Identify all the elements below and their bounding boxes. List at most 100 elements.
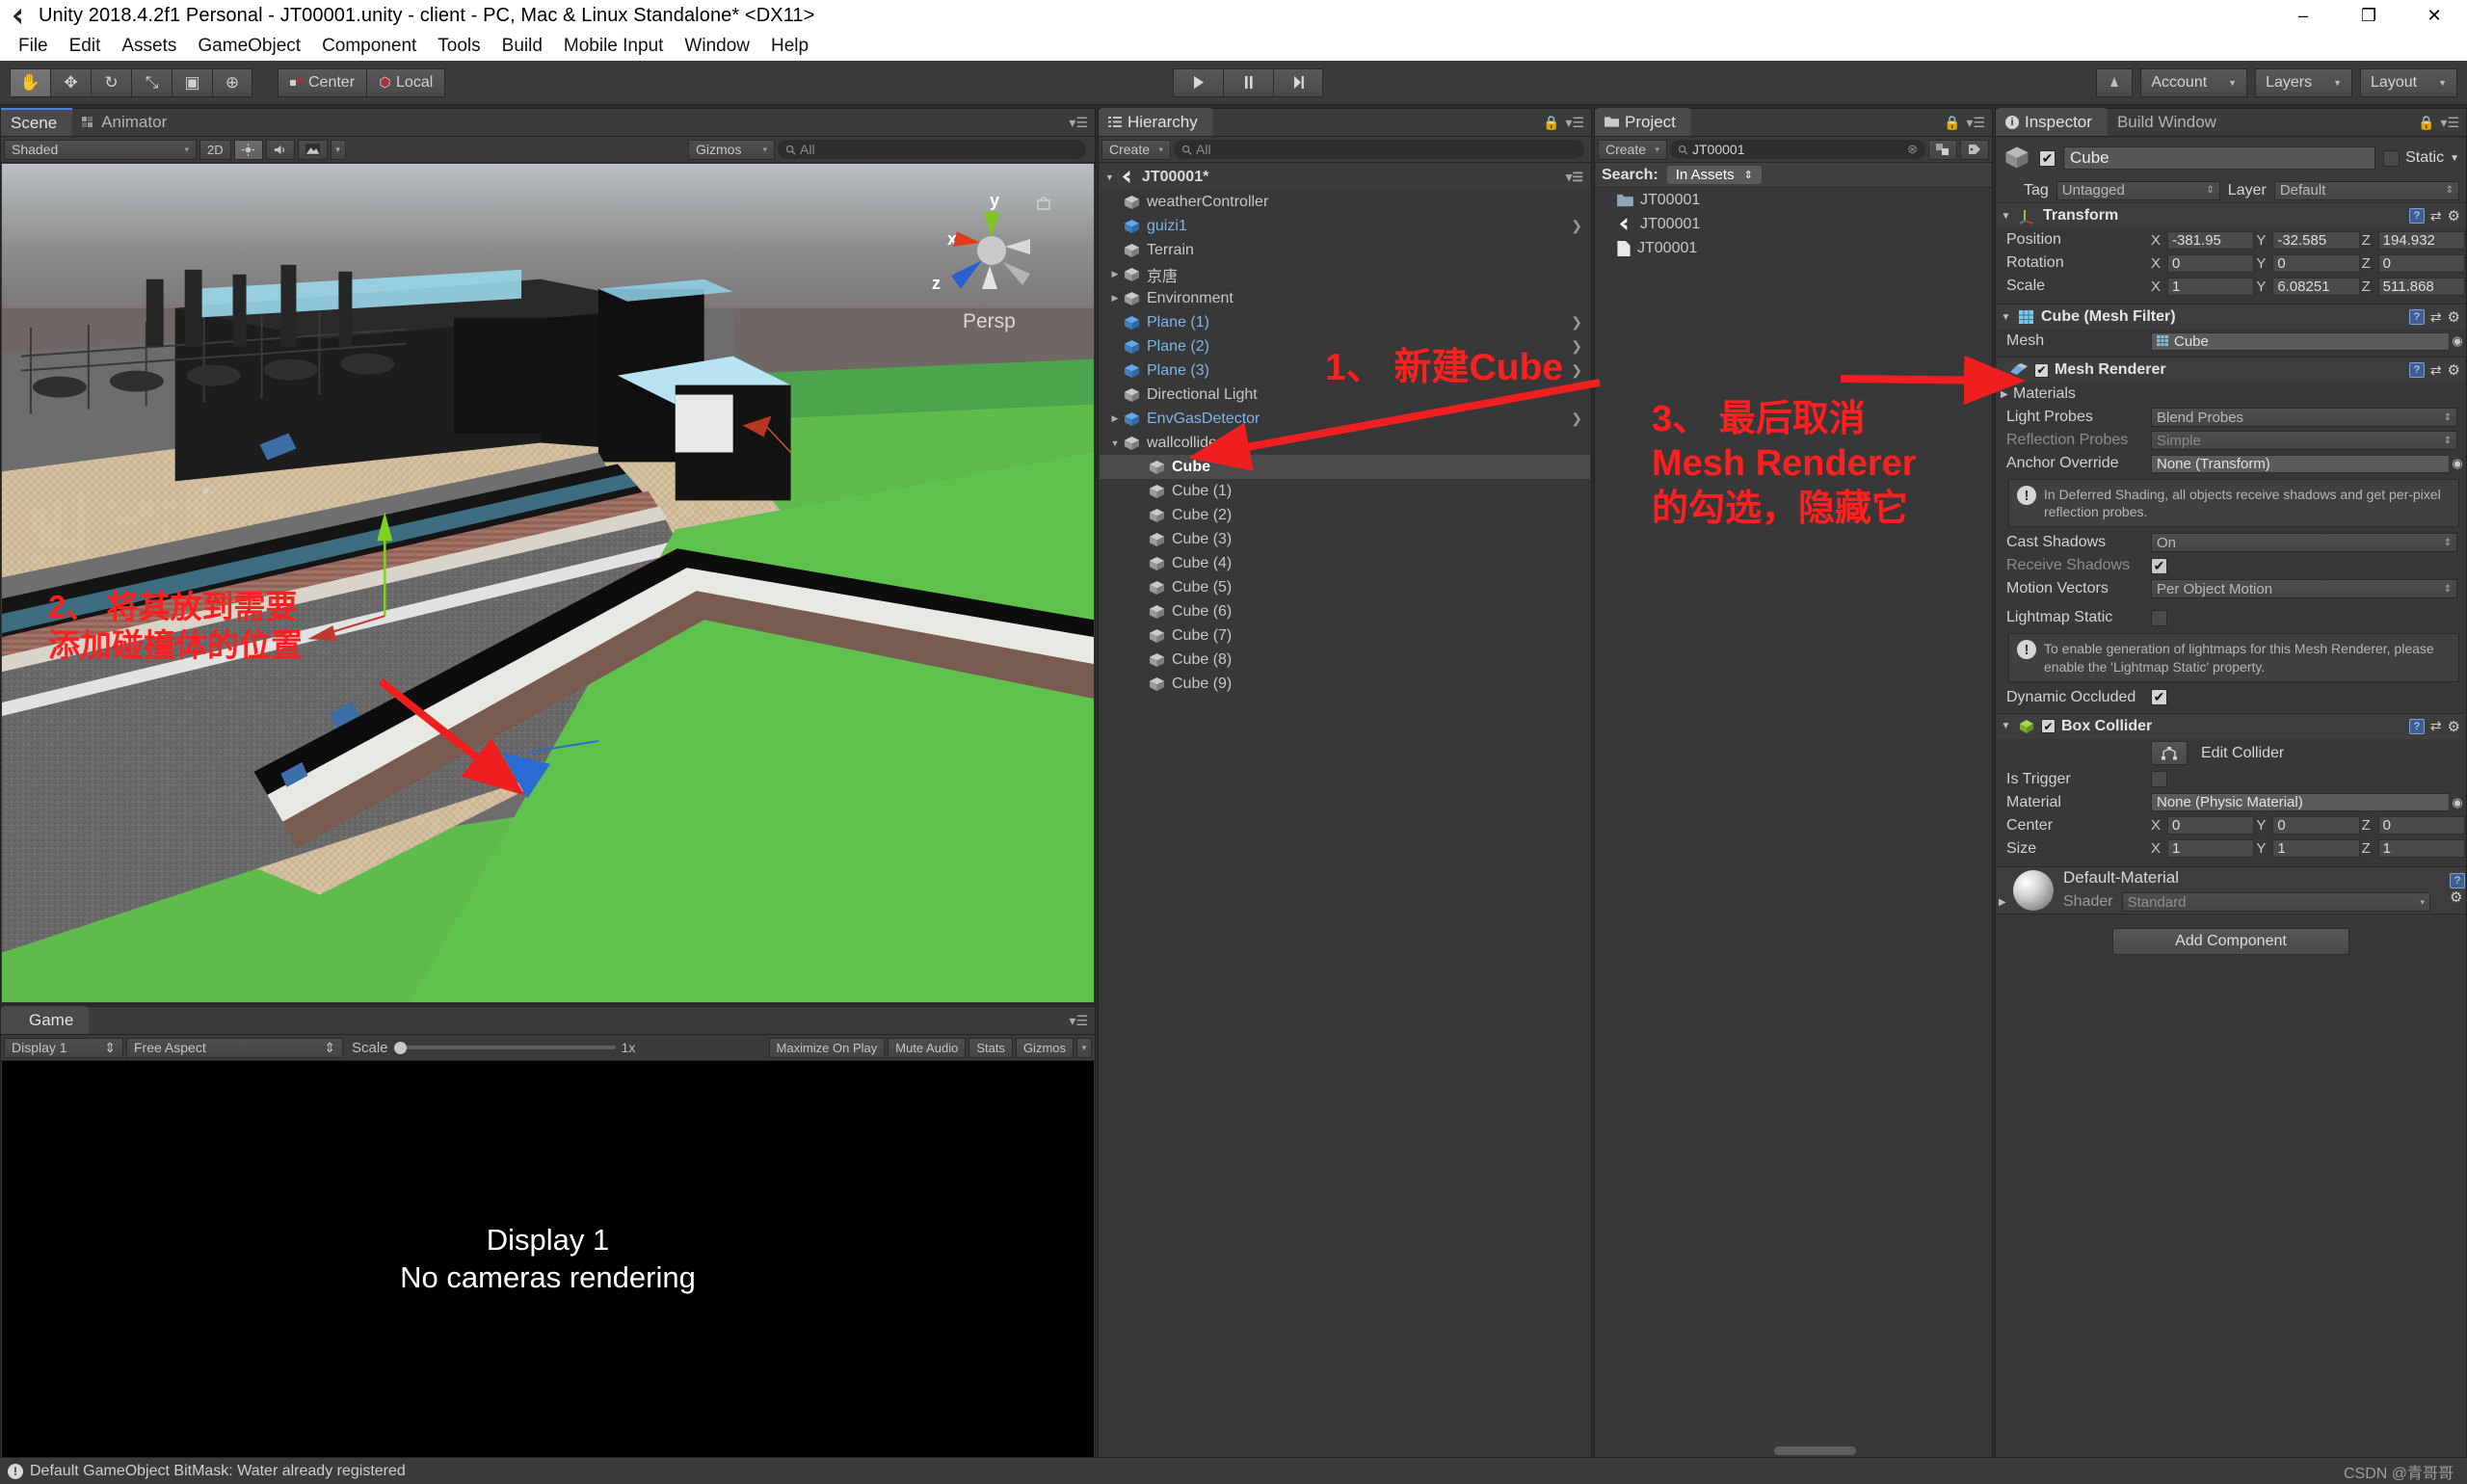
shading-mode-dropdown[interactable]: Shaded ▾ bbox=[4, 139, 197, 160]
anchor-picker-icon[interactable]: ◉ bbox=[2450, 456, 2465, 471]
account-button[interactable]: Account ▼ bbox=[2140, 67, 2248, 97]
chevron-right-icon[interactable]: ▶ bbox=[2001, 389, 2013, 400]
move-tool[interactable]: ✥ bbox=[50, 67, 91, 97]
anchor-override-field[interactable]: None (Transform) bbox=[2151, 454, 2450, 473]
mesh-object-field[interactable]: Cube bbox=[2151, 331, 2450, 351]
hierarchy-item-[interactable]: ▶ 京唐 bbox=[1100, 262, 1590, 286]
gear-icon[interactable]: ⚙ bbox=[2448, 718, 2460, 735]
scene-view-gizmo[interactable]: y x z Persp bbox=[922, 181, 1067, 355]
hierarchy-item-cube-4[interactable]: Cube (4) bbox=[1100, 551, 1590, 575]
pivot-mode-button[interactable]: Center bbox=[278, 67, 368, 97]
project-result-row[interactable]: JT00001 bbox=[1596, 188, 1991, 212]
hierarchy-search-input[interactable]: All bbox=[1174, 140, 1584, 159]
chevron-right-icon[interactable]: ▶ bbox=[1999, 897, 2006, 908]
mesh-renderer-enabled-checkbox[interactable]: ✔ bbox=[2034, 362, 2049, 378]
close-button[interactable]: ✕ bbox=[2401, 0, 2467, 32]
rect-tool[interactable]: ▣ bbox=[172, 67, 212, 97]
hierarchy-scene-root[interactable]: ▼ JT00001* ▾☰ bbox=[1100, 164, 1590, 190]
prefab-open-icon[interactable]: ❯ bbox=[1571, 338, 1582, 355]
box-collider-enabled-checkbox[interactable]: ✔ bbox=[2041, 719, 2056, 734]
size-z-field[interactable]: 1 bbox=[2377, 839, 2465, 859]
shader-dropdown[interactable]: Standard ▾ bbox=[2121, 892, 2430, 913]
maximize-on-play-button[interactable]: Maximize On Play bbox=[768, 1037, 886, 1058]
preset-icon[interactable]: ⇄ bbox=[2430, 309, 2442, 326]
dynamic-occluded-checkbox[interactable]: ✔ bbox=[2151, 689, 2167, 706]
scene-lighting-toggle[interactable] bbox=[233, 139, 263, 160]
gizmos-dropdown[interactable]: Gizmos ▾ bbox=[688, 139, 775, 160]
hierarchy-create-dropdown[interactable]: Create ▾ bbox=[1101, 139, 1171, 160]
tab-animator[interactable]: Animator bbox=[72, 108, 182, 136]
menu-item-tools[interactable]: Tools bbox=[427, 34, 491, 59]
preset-icon[interactable]: ⇄ bbox=[2430, 362, 2442, 379]
menu-item-help[interactable]: Help bbox=[760, 34, 819, 59]
menu-item-component[interactable]: Component bbox=[311, 34, 427, 59]
rotation-z-field[interactable]: 0 bbox=[2377, 253, 2465, 273]
hierarchy-item-envgasdetector[interactable]: ▶ EnvGasDetector ❯ bbox=[1100, 407, 1590, 431]
chevron-down-icon[interactable]: ▼ bbox=[1107, 438, 1123, 448]
position-z-field[interactable]: 194.932 bbox=[2377, 230, 2465, 250]
prefab-open-icon[interactable]: ❯ bbox=[1571, 411, 1582, 427]
material-header[interactable]: ▶ Default-Material Shader Standard ▾ ? ⚙ bbox=[1997, 866, 2465, 914]
game-gizmos-button[interactable]: Gizmos bbox=[1015, 1037, 1074, 1058]
scale-x-field[interactable]: 1 bbox=[2167, 277, 2255, 296]
rotation-x-field[interactable]: 0 bbox=[2167, 253, 2255, 273]
menu-item-build[interactable]: Build bbox=[491, 34, 553, 59]
tag-dropdown[interactable]: Untagged ⇕ bbox=[2056, 180, 2220, 200]
hierarchy-item-cube-5[interactable]: Cube (5) bbox=[1100, 575, 1590, 599]
hierarchy-item-weathercontroller[interactable]: weatherController bbox=[1100, 190, 1590, 214]
aspect-dropdown[interactable]: Free Aspect ⇕ bbox=[126, 1037, 343, 1058]
edit-collider-button[interactable] bbox=[2151, 741, 2188, 766]
hierarchy-item-cube-3[interactable]: Cube (3) bbox=[1100, 527, 1590, 551]
layout-button[interactable]: Layout ▼ bbox=[2360, 67, 2457, 97]
lock-icon[interactable]: 🔒 bbox=[2418, 115, 2434, 131]
prefab-open-icon[interactable]: ❯ bbox=[1571, 362, 1582, 379]
help-icon[interactable]: ? bbox=[2450, 873, 2465, 889]
game-menu-icon[interactable]: ▾☰ bbox=[1069, 1013, 1088, 1029]
maximize-button[interactable]: ❐ bbox=[2336, 0, 2401, 32]
scale-slider-thumb[interactable] bbox=[393, 1041, 407, 1054]
mesh-picker-icon[interactable]: ◉ bbox=[2450, 333, 2465, 349]
scale-z-field[interactable]: 511.868 bbox=[2377, 277, 2465, 296]
menu-item-edit[interactable]: Edit bbox=[59, 34, 112, 59]
motion-vectors-dropdown[interactable]: Per Object Motion ⇕ bbox=[2151, 579, 2457, 599]
scene-fx-toggle[interactable] bbox=[297, 139, 328, 160]
prefab-open-icon[interactable]: ❯ bbox=[1571, 314, 1582, 331]
hierarchy-menu-icon[interactable]: ▾☰ bbox=[1565, 115, 1584, 131]
game-viewport[interactable]: Display 1 No cameras rendering bbox=[2, 1061, 1094, 1458]
space-mode-button[interactable]: Local bbox=[367, 67, 446, 97]
tab-build-window[interactable]: Build Window bbox=[2108, 108, 2232, 136]
gear-icon[interactable]: ⚙ bbox=[2450, 889, 2462, 906]
collider-material-picker-icon[interactable]: ◉ bbox=[2450, 795, 2465, 810]
transform-header[interactable]: ▼ Transform ? ⇄ ⚙ bbox=[1997, 203, 2465, 228]
center-x-field[interactable]: 0 bbox=[2167, 816, 2255, 835]
play-button[interactable] bbox=[1173, 67, 1223, 97]
collider-material-field[interactable]: None (Physic Material) bbox=[2151, 793, 2450, 812]
position-x-field[interactable]: -381.95 bbox=[2167, 230, 2255, 250]
tab-scene[interactable]: Scene bbox=[1, 108, 73, 136]
hierarchy-item-environment[interactable]: ▶ Environment bbox=[1100, 286, 1590, 310]
hierarchy-item-cube-8[interactable]: Cube (8) bbox=[1100, 648, 1590, 672]
help-icon[interactable]: ? bbox=[2408, 718, 2425, 734]
hierarchy-item-cube-9[interactable]: Cube (9) bbox=[1100, 672, 1590, 696]
lock-icon[interactable]: 🔒 bbox=[1944, 115, 1960, 131]
scene-viewport[interactable]: y x z Persp bbox=[2, 164, 1094, 1002]
hierarchy-item-wallcollider[interactable]: ▼ wallcollider bbox=[1100, 431, 1590, 455]
hierarchy-item-cube-7[interactable]: Cube (7) bbox=[1100, 623, 1590, 648]
position-y-field[interactable]: -32.585 bbox=[2272, 230, 2360, 250]
scale-y-field[interactable]: 6.08251 bbox=[2272, 277, 2360, 296]
preset-icon[interactable]: ⇄ bbox=[2430, 718, 2442, 734]
prefab-open-icon[interactable]: ❯ bbox=[1571, 218, 1582, 234]
chevron-down-icon[interactable]: ▼ bbox=[2450, 153, 2459, 164]
chevron-right-icon[interactable]: ▶ bbox=[1107, 269, 1123, 279]
display-dropdown[interactable]: Display 1 ⇕ bbox=[4, 1037, 123, 1058]
scene-context-menu-icon[interactable]: ▾☰ bbox=[1566, 170, 1583, 185]
materials-row[interactable]: ▶ Materials bbox=[1997, 383, 2465, 406]
project-menu-icon[interactable]: ▾☰ bbox=[1966, 115, 1985, 131]
hierarchy-item-cube-1[interactable]: Cube (1) bbox=[1100, 479, 1590, 503]
scene-audio-toggle[interactable] bbox=[265, 139, 295, 160]
scale-tool[interactable]: ⤡ bbox=[131, 67, 172, 97]
step-button[interactable] bbox=[1273, 67, 1323, 97]
object-name-field[interactable]: Cube bbox=[2063, 146, 2376, 170]
chevron-down-icon[interactable]: ▼ bbox=[2000, 211, 2012, 222]
chevron-right-icon[interactable]: ▶ bbox=[1107, 293, 1123, 304]
